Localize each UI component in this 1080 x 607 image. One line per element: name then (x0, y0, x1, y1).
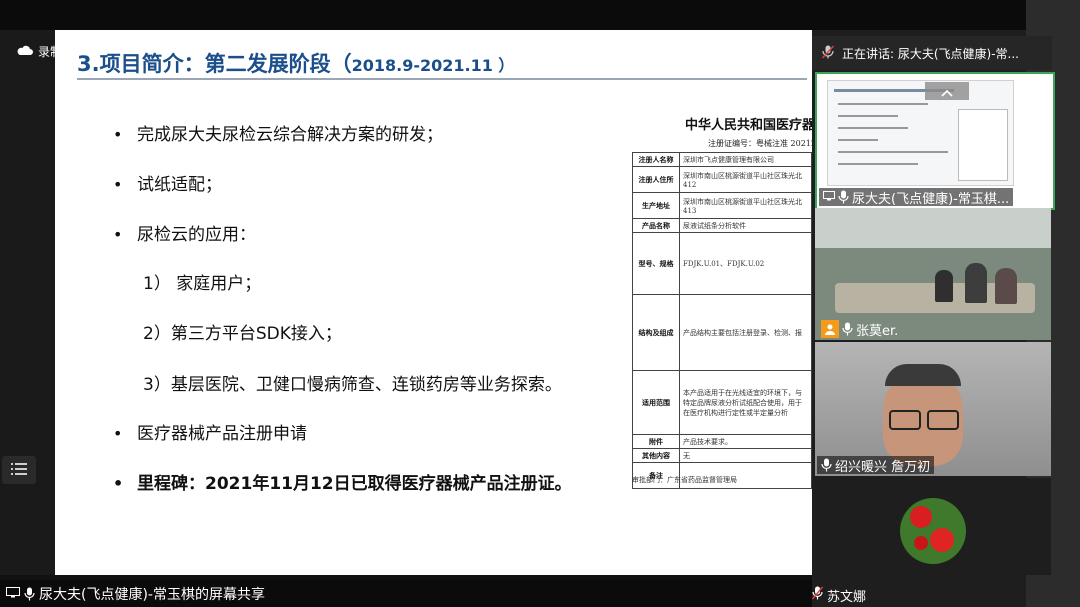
sub-item: 2）第三方平台SDK接入； (143, 324, 342, 344)
list-icon (11, 461, 27, 480)
microphone-icon (838, 190, 849, 204)
participant-tile-screen-share[interactable]: 尿大夫(飞点健康)-常玉棋... (815, 72, 1055, 210)
bullet-item: • 尿检云的应用： (113, 225, 256, 245)
screen-share-icon (6, 586, 20, 602)
slide-title: 3.项目简介：第二发展阶段（2018.9-2021.11 ） (77, 48, 514, 78)
participant-tile-room[interactable]: 张莫er. (815, 208, 1051, 340)
bullet-item: • 医疗器械产品注册申请 (113, 424, 307, 444)
participant-name: 尿大夫(飞点健康)-常玉棋... (852, 191, 1010, 207)
shared-screen-thumbnail (827, 80, 1014, 186)
cloud-icon (16, 43, 34, 60)
mic-muted-icon (811, 586, 824, 604)
microphone-icon (24, 587, 35, 601)
left-toolbar (0, 30, 55, 575)
participant-tile-camera[interactable]: 绍兴暖兴 詹万初 (815, 342, 1051, 476)
registration-certificate: 中华人民共和国医疗器械 注册证编号：粤械注准 202122 注册人名称深圳市飞点… (630, 110, 812, 490)
bullet-item: • 试纸适配； (113, 175, 222, 195)
collapse-button[interactable] (925, 82, 969, 100)
milestone-bullet: • 里程碑：2021年11月12日已取得医疗器械产品注册证。 (113, 474, 572, 494)
top-bar (0, 0, 1080, 30)
microphone-icon (821, 458, 832, 472)
chevron-up-icon (941, 82, 953, 101)
slide-title-main: 3.项目简介：第二发展阶段（ (77, 52, 352, 76)
screen-share-icon (823, 190, 835, 205)
speaking-text: 正在讲话: 尿大夫(飞点健康)-常... (842, 46, 1019, 61)
shared-slide: 3.项目简介：第二发展阶段（2018.9-2021.11 ） • 完成尿大夫尿检云… (55, 30, 812, 575)
participant-label: 尿大夫(飞点健康)-常玉棋... (819, 188, 1014, 207)
mic-muted-icon (821, 45, 835, 62)
bullet-item: • 完成尿大夫尿检云综合解决方案的研发； (113, 125, 443, 145)
participant-label: 苏文娜 (811, 584, 892, 606)
participant-name: 绍兴暖兴 詹万初 (835, 459, 931, 475)
list-view-button[interactable] (2, 456, 36, 484)
participant-label: 绍兴暖兴 詹万初 (817, 456, 935, 475)
participant-label: 张莫er. (817, 320, 902, 339)
participant-tile-avatar[interactable] (815, 478, 1051, 575)
certificate-number: 注册证编号：粤械注准 202122 (708, 139, 812, 148)
microphone-icon (842, 322, 853, 336)
certificate-table: 注册人名称 深圳市飞点健康管理有限公司 注册人住所 深圳市南山区桃源街道平山社区珠光… (632, 152, 812, 489)
title-divider (77, 78, 807, 80)
certificate-title: 中华人民共和国医疗器械 (685, 118, 812, 133)
screen-share-bar: 尿大夫(飞点健康)-常玉棋的屏幕共享 (0, 580, 812, 607)
screen-share-label: 尿大夫(飞点健康)-常玉棋的屏幕共享 (39, 586, 265, 603)
slide-title-date: 2018.9-2021.11 ） (351, 56, 515, 75)
participant-name: 苏文娜 (827, 589, 867, 605)
speaking-indicator: 正在讲话: 尿大夫(飞点健康)-常... (812, 36, 1052, 70)
avatar (900, 498, 966, 564)
certificate-footer: 审批部门：广东省药品监督管理局 (632, 476, 737, 484)
sub-item: 3）基层医院、卫健口慢病筛查、连锁药房等业务探索。 (143, 375, 562, 395)
participant-name: 张莫er. (856, 323, 899, 339)
sub-item: 1） 家庭用户； (143, 274, 262, 294)
avatar (821, 320, 839, 338)
